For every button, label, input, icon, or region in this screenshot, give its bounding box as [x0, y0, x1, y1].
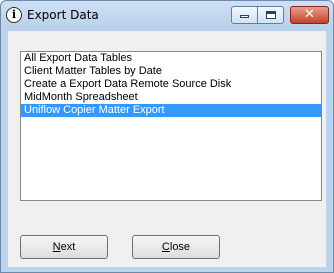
close-icon: ✕ — [304, 7, 315, 22]
close-button[interactable]: Close — [132, 235, 220, 259]
close-window-button[interactable]: ✕ — [290, 6, 329, 24]
next-button-label: ext — [60, 241, 76, 253]
list-item[interactable]: MidMonth Spreadsheet — [21, 91, 321, 104]
next-button-mnemonic: N — [52, 241, 61, 253]
minimize-button[interactable] — [231, 6, 258, 24]
app-logo-icon: i — [6, 7, 22, 23]
window-title: Export Data — [27, 8, 99, 22]
minimize-icon — [240, 15, 249, 18]
list-item[interactable]: All Export Data Tables — [21, 52, 321, 65]
title-bar[interactable]: i Export Data ✕ — [1, 1, 333, 31]
close-button-label: lose — [169, 241, 191, 253]
list-item[interactable]: Uniflow Copier Matter Export — [21, 104, 321, 117]
export-list[interactable]: All Export Data Tables Client Matter Tab… — [20, 51, 322, 201]
export-data-window: i Export Data ✕ All Export Data Tables C… — [0, 0, 334, 273]
maximize-button[interactable] — [257, 6, 284, 24]
list-item[interactable]: Client Matter Tables by Date — [21, 65, 321, 78]
dialog-body: All Export Data Tables Client Matter Tab… — [8, 31, 326, 267]
maximize-icon — [266, 11, 276, 19]
next-button[interactable]: Next — [20, 235, 108, 259]
close-button-mnemonic: C — [161, 241, 170, 253]
list-item[interactable]: Create a Export Data Remote Source Disk — [21, 78, 321, 91]
